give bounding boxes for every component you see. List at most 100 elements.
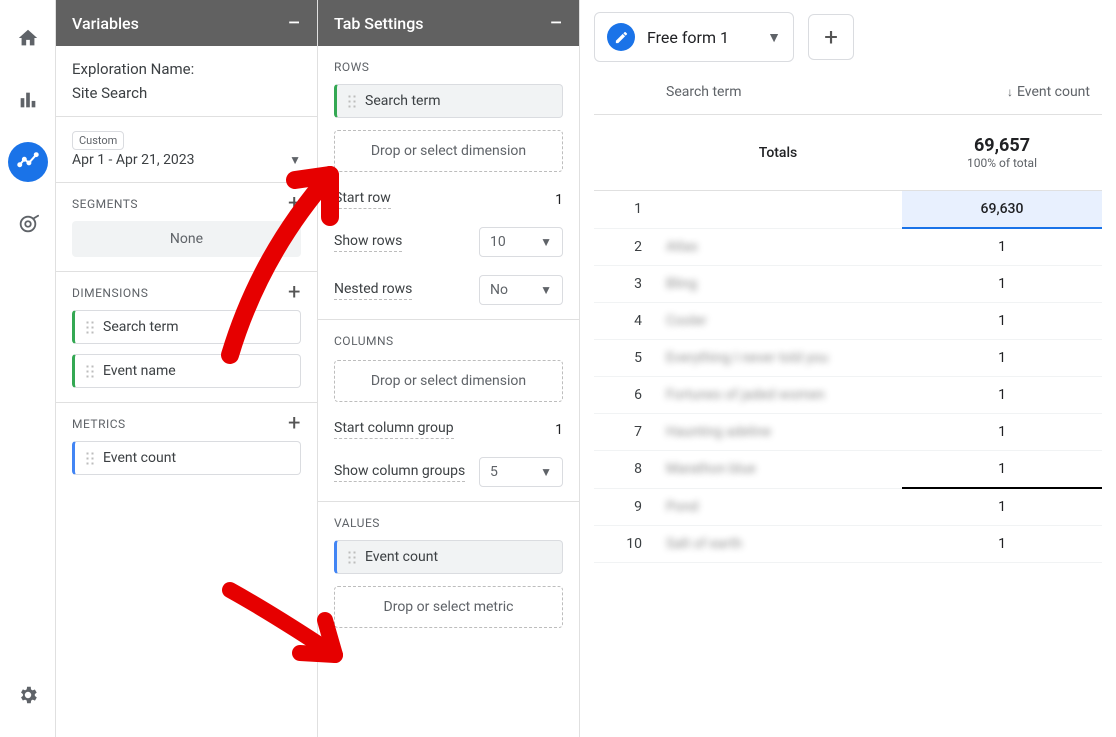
report-tab[interactable]: Free form 1 ▼ [594,12,794,62]
row-count: 1 [902,340,1102,377]
values-chip[interactable]: Event count [334,540,563,574]
tab-settings-title: Tab Settings [334,14,424,33]
table-header-metric[interactable]: ↓Event count [902,70,1102,115]
table-row[interactable]: 7Haunting adeline1 [594,414,1102,451]
start-column-group-label: Start column group [334,420,454,439]
metrics-section: METRICS + Event count [56,403,317,489]
rows-chip[interactable]: Search term [334,84,563,118]
totals-subtext: 100% of total [914,156,1090,170]
values-drop-zone[interactable]: Drop or select metric [334,586,563,628]
reports-icon[interactable] [8,80,48,120]
start-column-group-value[interactable]: 1 [473,422,563,438]
totals-label: Totals [654,115,902,191]
chevron-down-icon: ▼ [289,153,301,167]
table-row[interactable]: 10Salt of earth1 [594,526,1102,563]
row-term: Atlas [654,228,902,266]
table-row[interactable]: 3Bling1 [594,266,1102,303]
chevron-down-icon: ▼ [767,29,781,46]
edit-icon [607,23,635,51]
table-row[interactable]: 4Cooler1 [594,303,1102,340]
row-term: Cooler [654,303,902,340]
chevron-down-icon: ▼ [540,465,552,479]
row-count: 1 [902,488,1102,526]
dimension-chip[interactable]: Event name [72,354,301,388]
nested-rows-label: Nested rows [334,281,412,300]
report-tab-title: Free form 1 [647,28,729,47]
dimension-chip-label: Event name [103,363,176,379]
row-index: 10 [594,526,654,563]
row-count: 1 [902,266,1102,303]
start-row-value[interactable]: 1 [473,192,563,208]
row-index: 1 [594,191,654,229]
table-row[interactable]: 5Everything I never told you1 [594,340,1102,377]
variables-title: Variables [72,14,139,33]
row-count: 1 [902,377,1102,414]
tab-settings-panel: Tab Settings − ROWS Search term Drop or … [318,0,580,737]
show-rows-value: 10 [490,234,506,250]
date-range-value: Apr 1 - Apr 21, 2023 [72,152,195,168]
add-tab-button[interactable]: + [808,14,854,60]
table-header-dimension[interactable]: Search term [654,70,902,115]
row-count: 69,630 [902,191,1102,229]
totals-value: 69,657 [914,135,1090,156]
values-chip-label: Event count [365,549,438,565]
table-row[interactable]: 2Atlas1 [594,228,1102,266]
row-count: 1 [902,228,1102,266]
show-column-groups-value: 5 [490,464,498,480]
metric-chip[interactable]: Event count [72,441,301,475]
row-term [654,191,902,229]
show-column-groups-select[interactable]: 5 ▼ [479,457,563,487]
variables-header[interactable]: Variables − [56,0,317,46]
exploration-name-block[interactable]: Exploration Name: Site Search [56,46,317,117]
nested-rows-value: No [490,282,508,298]
row-index: 3 [594,266,654,303]
table-row[interactable]: 9Pond1 [594,488,1102,526]
row-term: Haunting adeline [654,414,902,451]
row-term: Marathon blue [654,451,902,489]
segments-heading: SEGMENTS [72,197,138,211]
table-row[interactable]: 1 69,630 [594,191,1102,229]
values-heading: VALUES [334,516,380,530]
drag-icon [85,451,95,465]
exploration-name-label: Exploration Name: [72,60,301,78]
columns-drop-zone[interactable]: Drop or select dimension [334,360,563,402]
table-row[interactable]: 8Marathon blue1 [594,451,1102,489]
tab-settings-header[interactable]: Tab Settings − [318,0,579,46]
rows-drop-zone[interactable]: Drop or select dimension [334,130,563,172]
row-term: Fortunes of jaded women [654,377,902,414]
explore-icon[interactable] [8,142,48,182]
home-icon[interactable] [8,18,48,58]
row-index: 8 [594,451,654,489]
advertising-icon[interactable] [8,204,48,244]
row-index: 5 [594,340,654,377]
report-tabbar: Free form 1 ▼ + [594,12,1102,62]
date-range-picker[interactable]: Custom Apr 1 - Apr 21, 2023 ▼ [56,117,317,183]
values-section: VALUES Event count Drop or select metric [318,502,579,642]
report-table: Search term ↓Event count Totals 69,657 1… [594,70,1102,563]
columns-heading: COLUMNS [334,334,394,348]
dimension-chip[interactable]: Search term [72,310,301,344]
drag-icon [85,320,95,334]
settings-icon[interactable] [8,675,48,715]
row-term: Bling [654,266,902,303]
dimension-chip-label: Search term [103,319,179,335]
variables-panel: Variables − Exploration Name: Site Searc… [56,0,318,737]
dimensions-section: DIMENSIONS + Search term Event name [56,272,317,403]
chevron-down-icon: ▼ [540,283,552,297]
rows-chip-label: Search term [365,93,441,109]
drag-icon [347,94,357,108]
segments-none: None [72,221,301,257]
row-count: 1 [902,451,1102,489]
row-term: Pond [654,488,902,526]
row-index: 2 [594,228,654,266]
show-rows-select[interactable]: 10 ▼ [479,227,563,257]
date-mode-pill: Custom [72,131,124,150]
table-row[interactable]: 6Fortunes of jaded women1 [594,377,1102,414]
nested-rows-select[interactable]: No ▼ [479,275,563,305]
columns-section: COLUMNS Drop or select dimension Start c… [318,320,579,502]
row-count: 1 [902,414,1102,451]
dimensions-heading: DIMENSIONS [72,286,148,300]
row-count: 1 [902,303,1102,340]
drag-icon [85,364,95,378]
rows-heading: ROWS [334,60,369,74]
